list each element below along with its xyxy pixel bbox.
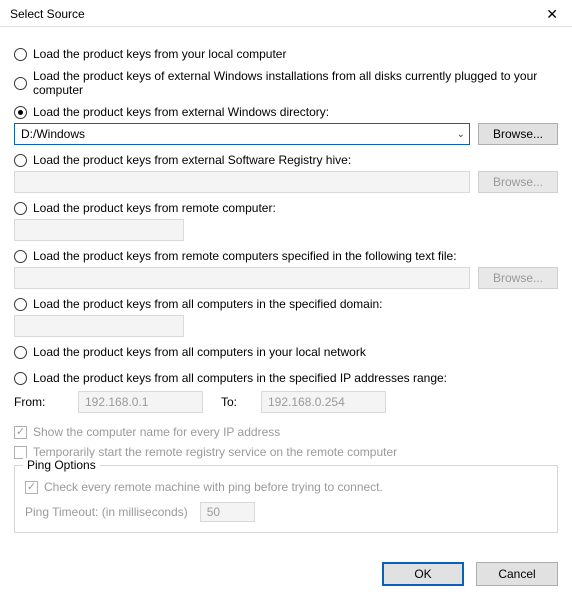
ip-from-input[interactable]: 192.168.0.1 <box>78 391 203 413</box>
ping-timeout-input[interactable]: 50 <box>200 502 255 522</box>
checkbox-temp-reg[interactable] <box>14 446 27 459</box>
remote-file-input[interactable] <box>14 267 470 289</box>
browse-remote-file-button: Browse... <box>478 267 558 289</box>
radio-remote-file[interactable] <box>14 250 27 263</box>
ip-from-label: From: <box>14 395 60 409</box>
ok-button[interactable]: OK <box>382 562 464 586</box>
radio-local-label: Load the product keys from your local co… <box>33 47 286 61</box>
radio-reg-hive-label: Load the product keys from external Soft… <box>33 153 351 167</box>
checkbox-show-name[interactable] <box>14 426 27 439</box>
browse-reg-hive-button: Browse... <box>478 171 558 193</box>
ping-timeout-label: Ping Timeout: (in milliseconds) <box>25 505 188 519</box>
window-title: Select Source <box>10 7 85 21</box>
close-icon[interactable]: ✕ <box>540 6 564 22</box>
reg-hive-input[interactable] <box>14 171 470 193</box>
browse-ext-dir-button[interactable]: Browse... <box>478 123 558 145</box>
ip-to-input[interactable]: 192.168.0.254 <box>261 391 386 413</box>
checkbox-ping-check[interactable] <box>25 481 38 494</box>
ext-dir-combo[interactable]: D:/Windows ⌄ <box>14 123 470 145</box>
radio-ext-dir-label: Load the product keys from external Wind… <box>33 105 329 119</box>
radio-domain[interactable] <box>14 298 27 311</box>
radio-ext-dir[interactable] <box>14 106 27 119</box>
radio-local[interactable] <box>14 48 27 61</box>
domain-input[interactable] <box>14 315 184 337</box>
radio-remote-file-label: Load the product keys from remote comput… <box>33 249 457 263</box>
checkbox-show-name-label: Show the computer name for every IP addr… <box>33 425 280 439</box>
ping-legend: Ping Options <box>23 458 100 472</box>
radio-local-net-label: Load the product keys from all computers… <box>33 345 366 359</box>
checkbox-ping-check-label: Check every remote machine with ping bef… <box>44 480 383 494</box>
radio-local-net[interactable] <box>14 346 27 359</box>
radio-domain-label: Load the product keys from all computers… <box>33 297 383 311</box>
radio-all-disks-label: Load the product keys of external Window… <box>33 69 558 97</box>
radio-all-disks[interactable] <box>14 77 27 90</box>
checkbox-temp-reg-label: Temporarily start the remote registry se… <box>33 445 397 459</box>
ping-options-group: Ping Options Check every remote machine … <box>14 465 558 533</box>
cancel-button[interactable]: Cancel <box>476 562 558 586</box>
remote-comp-input[interactable] <box>14 219 184 241</box>
radio-ip-range[interactable] <box>14 372 27 385</box>
radio-remote-comp[interactable] <box>14 202 27 215</box>
ip-to-label: To: <box>221 395 243 409</box>
ext-dir-value: D:/Windows <box>21 127 85 141</box>
radio-remote-comp-label: Load the product keys from remote comput… <box>33 201 276 215</box>
chevron-down-icon: ⌄ <box>457 129 465 140</box>
radio-reg-hive[interactable] <box>14 154 27 167</box>
radio-ip-range-label: Load the product keys from all computers… <box>33 371 447 385</box>
